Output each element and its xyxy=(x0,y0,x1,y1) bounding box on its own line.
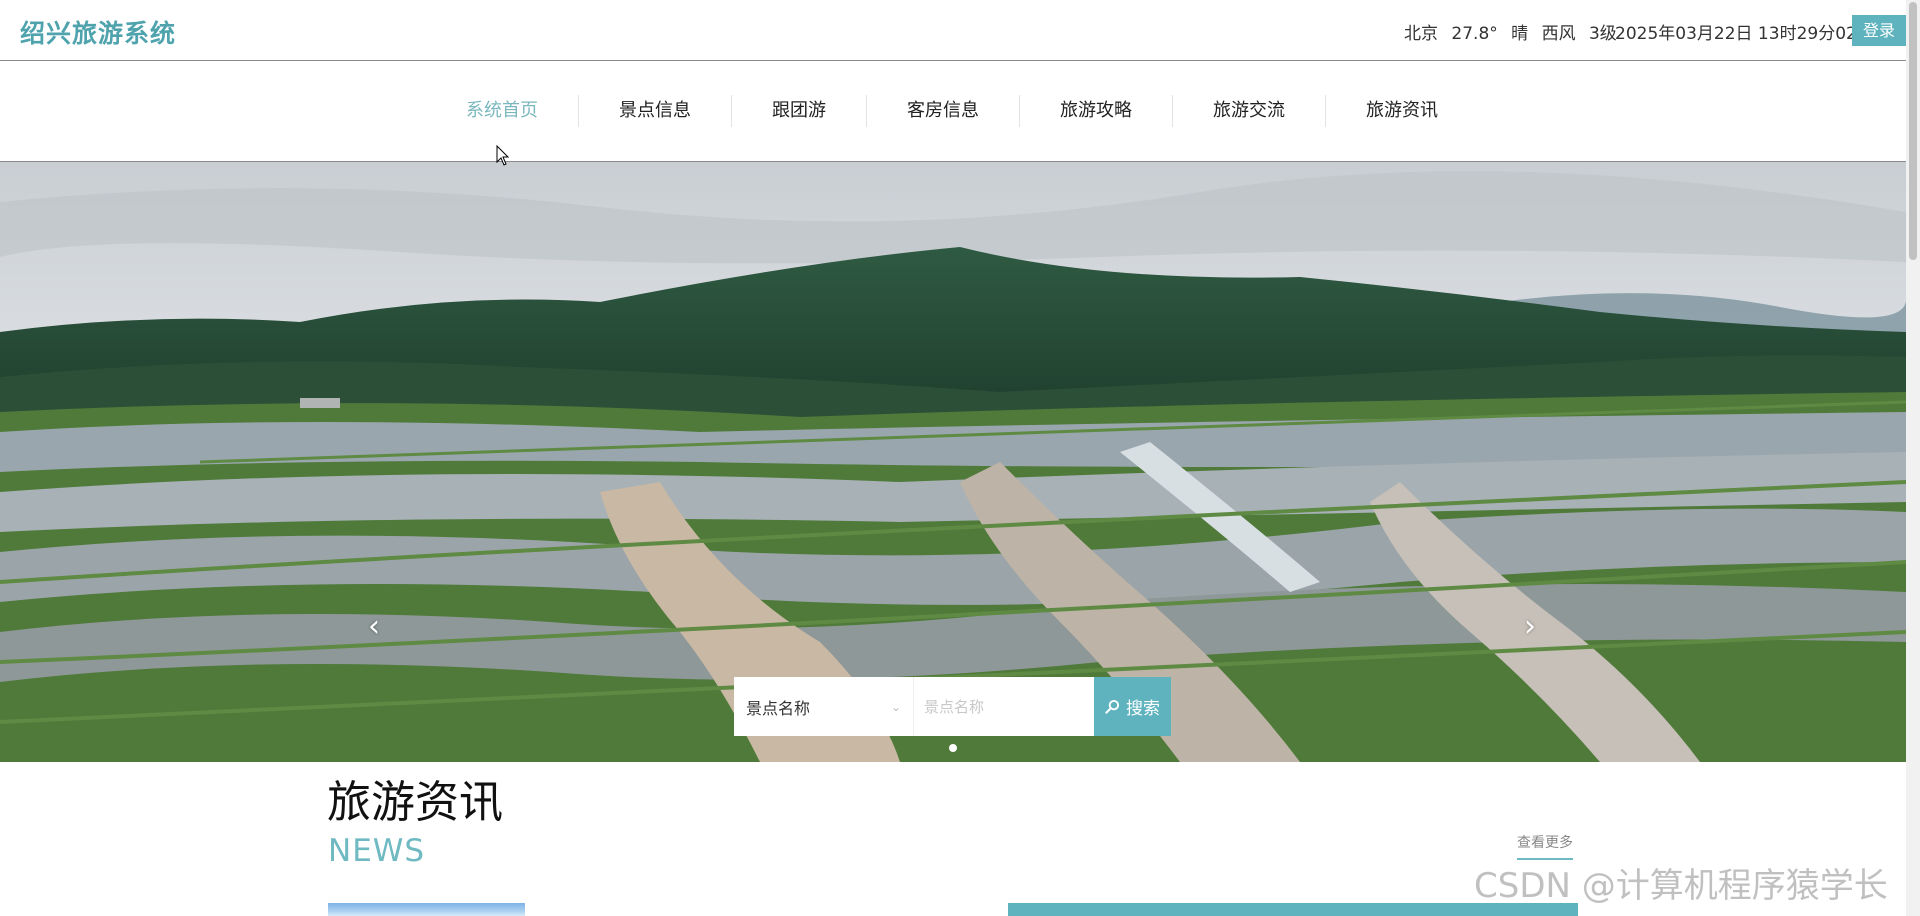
search-button[interactable]: 搜索 xyxy=(1094,677,1171,736)
chevron-left-icon: ‹ xyxy=(368,609,380,644)
chevron-down-icon: ⌄ xyxy=(890,699,901,714)
search-button-label: 搜索 xyxy=(1126,699,1160,719)
weather-temperature: 27.8° xyxy=(1451,24,1498,44)
top-bar: 绍兴旅游系统 北京 27.8° 晴 西风 3级 2025年03月22日 13时2… xyxy=(0,0,1906,61)
nav-item-group-tours[interactable]: 跟团游 xyxy=(731,95,866,127)
nav-item-rooms[interactable]: 客房信息 xyxy=(866,95,1019,127)
nav-item-attractions[interactable]: 景点信息 xyxy=(578,95,731,127)
search-icon xyxy=(1105,699,1120,714)
nav-item-community[interactable]: 旅游交流 xyxy=(1172,95,1325,127)
mouse-cursor-icon xyxy=(496,145,510,166)
banner-prev-button[interactable]: ‹ xyxy=(362,610,386,644)
chevron-right-icon: › xyxy=(1524,609,1536,644)
login-button[interactable]: 登录 xyxy=(1852,15,1906,46)
attraction-search-bar: 景点名称 ⌄ 搜索 xyxy=(734,677,1171,736)
news-section-title: 旅游资讯 xyxy=(327,777,503,828)
current-datetime: 2025年03月22日 13时29分02秒 xyxy=(1615,24,1874,44)
search-field-select[interactable]: 景点名称 ⌄ xyxy=(734,677,914,736)
news-section-subtitle: NEWS xyxy=(328,833,426,869)
watermark: CSDN @计算机程序猿学长 xyxy=(1474,866,1888,906)
view-more-link[interactable]: 查看更多 xyxy=(1517,832,1573,860)
weather-condition: 晴 xyxy=(1511,24,1529,44)
weather-wind-direction: 西风 xyxy=(1541,24,1576,44)
main-nav: 系统首页 景点信息 跟团游 客房信息 旅游攻略 旅游交流 旅游资讯 xyxy=(0,61,1906,162)
weather-city: 北京 xyxy=(1404,24,1438,44)
weather-wind-level: 3级 xyxy=(1588,24,1617,44)
search-input[interactable] xyxy=(914,677,1094,736)
nav-item-news[interactable]: 旅游资讯 xyxy=(1325,95,1478,127)
search-select-value: 景点名称 xyxy=(746,698,811,718)
banner-next-button[interactable]: › xyxy=(1518,610,1542,644)
nav-item-guides[interactable]: 旅游攻略 xyxy=(1019,95,1172,127)
carousel-dot[interactable] xyxy=(949,744,957,752)
news-thumbnail[interactable] xyxy=(328,903,525,916)
scrollbar-thumb[interactable] xyxy=(1909,2,1917,260)
banner-image xyxy=(0,162,1906,762)
hero-banner[interactable]: ‹ › xyxy=(0,162,1906,762)
site-logo[interactable]: 绍兴旅游系统 xyxy=(20,14,176,50)
nav-item-home[interactable]: 系统首页 xyxy=(450,95,578,127)
nav-list: 系统首页 景点信息 跟团游 客房信息 旅游攻略 旅游交流 旅游资讯 xyxy=(450,95,1478,127)
page-scrollbar[interactable] xyxy=(1906,0,1920,916)
weather-widget: 北京 27.8° 晴 西风 3级 xyxy=(1404,19,1625,44)
